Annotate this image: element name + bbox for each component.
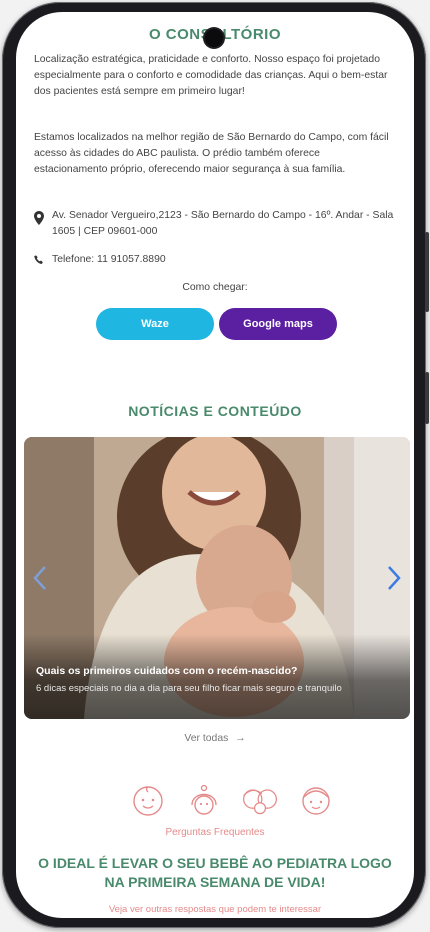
power-button (425, 372, 429, 424)
chevron-right-icon (388, 566, 401, 590)
screen: O CONSULTÓRIO Localização estratégica, p… (16, 12, 414, 918)
address-row: Av. Senador Vergueiro,2123 - São Bernard… (34, 208, 396, 240)
chevron-left-icon (33, 566, 46, 590)
front-camera (205, 29, 223, 47)
news-card-title[interactable]: Quais os primeiros cuidados com o recém-… (36, 665, 400, 677)
how-to-arrive-label: Como chegar: (182, 282, 248, 293)
carousel-next-arrow[interactable] (382, 561, 406, 595)
page-content: O CONSULTÓRIO Localização estratégica, p… (16, 12, 414, 918)
see-all-link[interactable]: Ver todas → (16, 733, 414, 744)
phone-text: Telefone: 11 91057.8890 (52, 254, 166, 265)
google-maps-button[interactable]: Google maps (219, 308, 337, 340)
news-card-description: 6 dicas especiais no dia a dia para seu … (36, 683, 342, 694)
address-text: Av. Senador Vergueiro,2123 - São Bernard… (52, 210, 394, 237)
section-title-news: NOTÍCIAS E CONTEÚDO (128, 403, 302, 419)
arrow-right-icon: → (235, 733, 246, 744)
consultorio-paragraph-1: Localização estratégica, praticidade e c… (34, 54, 388, 97)
phone-row: Telefone: 11 91057.8890 (34, 252, 396, 268)
see-all-label: Ver todas (184, 733, 229, 744)
family-faces-icon (240, 782, 280, 818)
waze-button[interactable]: Waze (96, 308, 214, 340)
location-pin-icon (34, 211, 44, 225)
news-carousel-card[interactable]: Quais os primeiros cuidados com o recém-… (24, 437, 410, 719)
toddler-face-icon (296, 782, 336, 818)
consultorio-paragraph-2: Estamos localizados na melhor região de … (34, 132, 389, 175)
faq-icon-row (128, 782, 336, 818)
faq-link[interactable]: Perguntas Frequentes (16, 827, 414, 838)
baby-bonnet-icon (184, 782, 224, 818)
phone-frame: O CONSULTÓRIO Localização estratégica, p… (2, 2, 429, 928)
faq-subline[interactable]: Veja ver outras respostas que podem te i… (16, 904, 414, 915)
telephone-icon (34, 255, 43, 264)
carousel-prev-arrow[interactable] (28, 561, 52, 595)
faq-headline: O IDEAL É LEVAR O SEU BEBÊ AO PEDIATRA L… (38, 855, 392, 890)
volume-button (425, 232, 429, 312)
baby-face-icon (128, 782, 168, 818)
